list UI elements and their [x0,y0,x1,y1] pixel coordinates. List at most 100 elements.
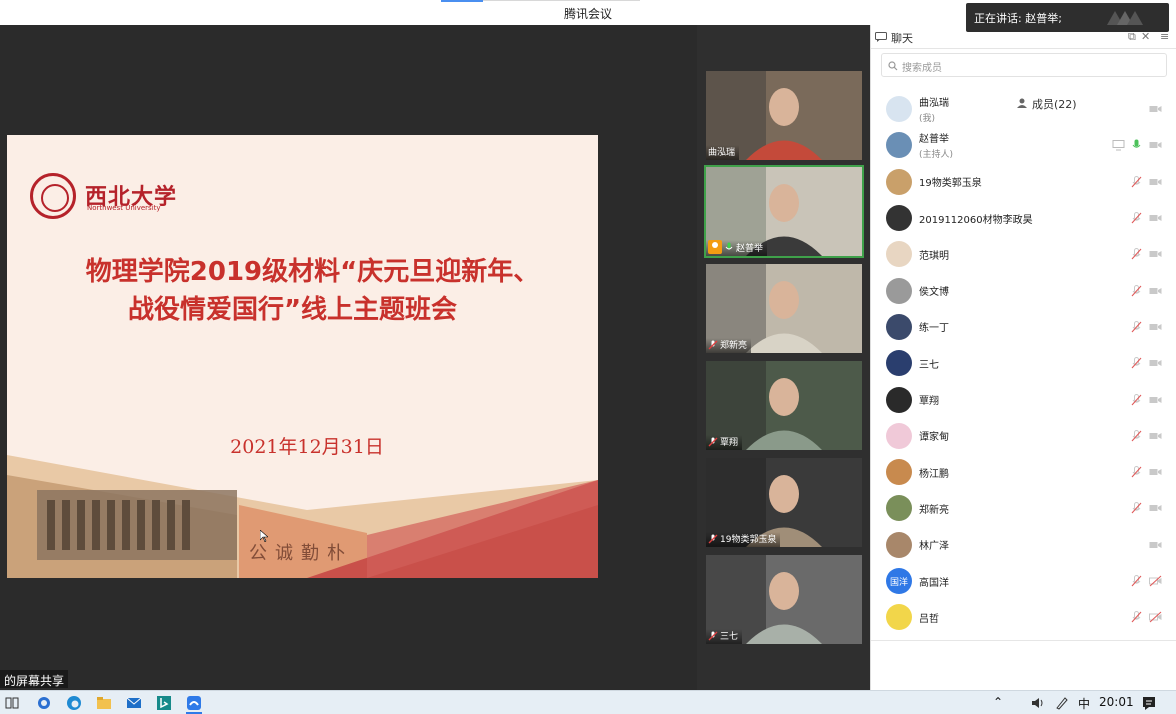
screen-share-area[interactable]: 西北大学 Northwest University 物理学院2019级材料“庆元… [0,25,697,690]
video-tile[interactable]: 郑新亮 [706,264,862,353]
ime-indicator[interactable]: 中 [1078,695,1090,712]
member-name-block: 范琪明 [919,247,949,262]
mic-muted-icon[interactable] [1130,575,1143,587]
mic-muted-icon[interactable] [1130,502,1143,514]
speaking-label: 正在讲话: 赵普举; [974,12,1062,25]
bing-icon[interactable] [156,695,172,711]
member-name: 曲泓瑞 [919,98,949,110]
member-name-block: 林广泽 [919,537,949,552]
slide-title-line2: 战役情爱国行”线上主题班会 [127,295,458,325]
video-tile[interactable]: 19物类郭玉泉 [706,458,862,547]
member-row[interactable]: 覃翔 [871,381,1176,417]
video-name-tag: 三七 [706,629,743,644]
video-name-tag: 郑新亮 [706,338,752,353]
member-name-block: 赵普举 (主持人) [919,130,953,160]
mic-muted-icon[interactable] [1130,320,1143,333]
member-name-block: 三七 [919,356,939,371]
mic-muted-icon[interactable] [1130,248,1143,260]
member-row[interactable]: 2019112060材物李政昊 [871,200,1176,236]
browser-icon[interactable] [36,695,52,711]
video-tile[interactable]: 覃翔 [706,361,862,450]
mic-muted-icon [708,340,718,349]
avatar [886,386,912,413]
mic-on-icon[interactable] [1130,139,1143,151]
windows-taskbar: ⌃ 中 20:01 [0,690,1176,714]
file-explorer-icon[interactable] [96,695,112,711]
video-tile[interactable]: 赵普举 [704,165,864,258]
camera-off-icon[interactable] [1149,321,1162,333]
member-name-block: 谭家甸 [919,428,949,443]
member-row[interactable]: 国洋 高国洋 [871,563,1176,599]
camera-off-icon[interactable] [1149,502,1162,514]
mic-muted-icon[interactable] [1130,466,1143,478]
camera-muted-icon[interactable] [1149,575,1162,587]
avatar: 国洋 [886,568,912,594]
camera-off-icon[interactable] [1149,212,1162,224]
mic-muted-icon[interactable] [1130,611,1143,623]
camera-off-icon[interactable] [1149,248,1162,260]
camera-off-icon[interactable] [1149,430,1162,442]
member-row[interactable]: 曲泓瑞 (我) [871,91,1176,127]
member-name: 19物类郭玉泉 [919,178,982,190]
avatar [886,132,912,159]
camera-off-icon[interactable] [1149,357,1162,369]
member-row[interactable]: 练一丁 [871,309,1176,345]
video-participant-name: 曲泓瑞 [708,148,736,158]
screen-share-label: 的屏幕共享 [0,670,69,688]
tab-chat[interactable]: 聊天 [875,25,913,49]
camera-off-icon[interactable] [1149,466,1162,478]
avatar [886,604,912,631]
avatar [886,168,912,195]
popout-icon[interactable]: ⧉ [1128,30,1136,44]
camera-off-icon[interactable] [1149,103,1162,115]
member-row[interactable]: 范琪明 [871,236,1176,272]
member-role: (我) [919,114,936,125]
video-tile[interactable]: 三七 [706,555,862,644]
member-row[interactable]: 杨江鹏 [871,454,1176,490]
video-participant-name: 覃翔 [720,438,739,448]
camera-off-icon[interactable] [1149,539,1162,551]
member-row[interactable]: 郑新亮 [871,490,1176,526]
tray-chevron-up-icon[interactable]: ⌃ [993,695,1003,709]
title-divider-line [483,0,640,1]
member-name: 侯文博 [919,287,949,299]
tencent-meeting-icon[interactable] [186,695,202,711]
clock[interactable]: 20:01 [1099,695,1134,709]
mic-muted-icon[interactable] [1130,429,1143,442]
video-strip: 曲泓瑞赵普举郑新亮覃翔 19物类郭玉泉三七 [697,25,870,690]
search-placeholder: 搜索成员 [902,63,942,74]
avatar-initials: 国洋 [889,577,908,588]
avatar [886,313,912,340]
member-row[interactable]: 谭家甸 [871,418,1176,454]
notification-icon[interactable] [1141,695,1157,711]
mic-muted-icon[interactable] [1130,212,1143,224]
member-row[interactable]: 19物类郭玉泉 [871,164,1176,200]
member-row[interactable]: 赵普举 (主持人) [871,127,1176,163]
avatar [886,459,912,486]
member-row[interactable]: 侯文博 [871,272,1176,308]
member-row[interactable]: 林广泽 [871,527,1176,563]
video-tile[interactable]: 曲泓瑞 [706,71,862,160]
avatar [886,205,912,232]
camera-off-icon[interactable] [1149,139,1162,151]
task-view-icon[interactable] [4,695,20,711]
camera-off-icon[interactable] [1149,394,1162,406]
meeting-window: 腾讯会议 西北大学 Northwest University 物理学院2019级… [0,0,1176,714]
mic-muted-icon[interactable] [1130,393,1143,406]
camera-off-icon[interactable] [1149,176,1162,188]
volume-icon[interactable] [1030,695,1046,711]
member-row[interactable]: 三七 [871,345,1176,381]
mail-icon[interactable] [126,695,142,711]
camera-off-icon[interactable] [1149,285,1162,297]
mic-muted-icon[interactable] [1130,175,1143,188]
member-search-input[interactable]: 搜索成员 [881,53,1167,77]
edge-icon[interactable] [66,695,82,711]
camera-muted-icon[interactable] [1149,611,1162,623]
member-row[interactable]: 吕哲 [871,599,1176,635]
video-participant-name: 19物类郭玉泉 [720,535,777,545]
mic-muted-icon[interactable] [1130,284,1143,297]
video-name-tag: 覃翔 [706,435,743,450]
pen-icon[interactable] [1054,695,1070,711]
mic-muted-icon[interactable] [1130,357,1143,369]
member-name: 谭家甸 [919,432,949,444]
